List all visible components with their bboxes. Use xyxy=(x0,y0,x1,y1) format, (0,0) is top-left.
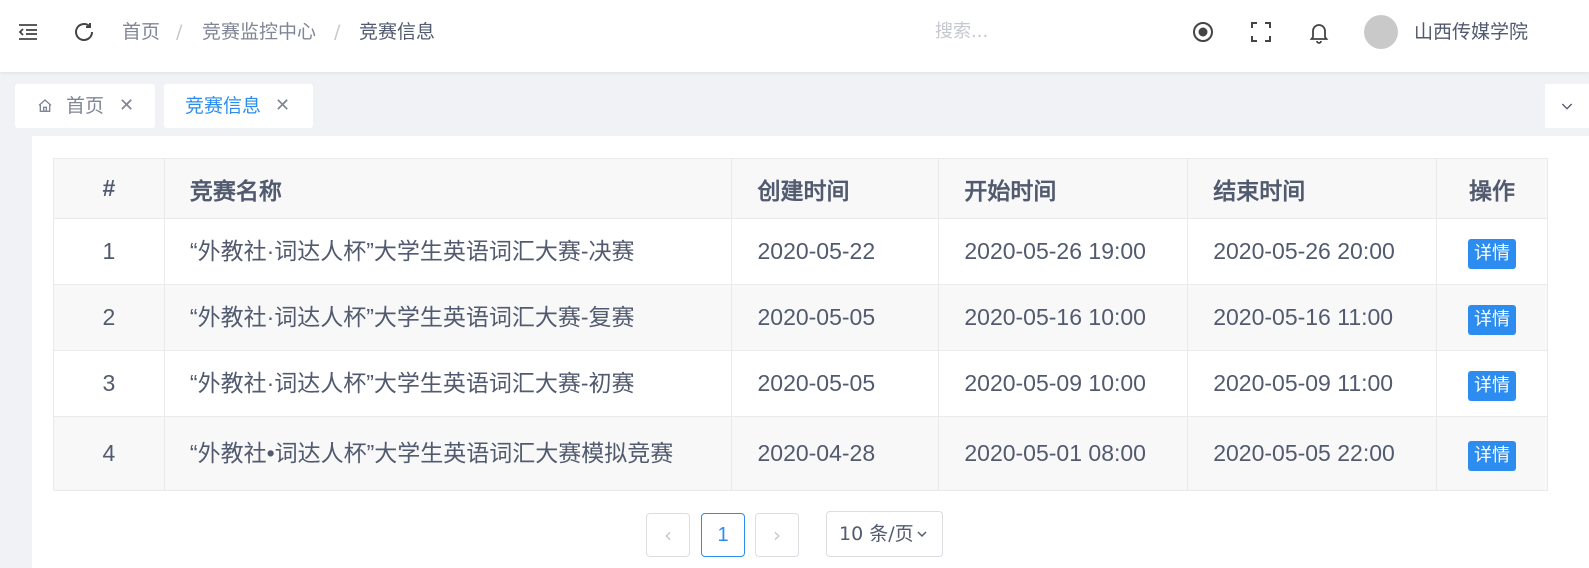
avatar[interactable] xyxy=(1364,15,1398,49)
page-size-select[interactable]: 10 条/页 xyxy=(826,511,943,557)
table-header-row: # 竞赛名称 创建时间 开始时间 结束时间 操作 xyxy=(53,158,1548,219)
table-row: 2 “外教社·词达人杯”大学生英语词汇大赛-复赛 2020-05-05 2020… xyxy=(53,284,1548,351)
column-header-name: 竞赛名称 xyxy=(163,158,733,219)
column-header-end: 结束时间 xyxy=(1187,158,1438,219)
page-size-value: 10 条/页 xyxy=(839,523,914,545)
column-header-created: 创建时间 xyxy=(731,158,940,219)
cell-end: 2020-05-05 22:00 xyxy=(1187,416,1438,491)
tags-view-bar: 首页 ✕ 竞赛信息 ✕ xyxy=(0,84,1589,128)
refresh-icon[interactable] xyxy=(72,20,96,44)
record-icon[interactable] xyxy=(1191,20,1215,44)
user-name[interactable]: 山西传媒学院 xyxy=(1414,18,1528,46)
cell-created: 2020-05-05 xyxy=(731,350,940,417)
cell-name: “外教社·词达人杯”大学生英语词汇大赛-复赛 xyxy=(163,284,733,351)
breadcrumb-separator: / xyxy=(176,21,183,43)
cell-index: 2 xyxy=(53,284,165,351)
bell-icon[interactable] xyxy=(1307,20,1331,44)
cell-start: 2020-05-16 10:00 xyxy=(938,284,1189,351)
tab-home[interactable]: 首页 ✕ xyxy=(15,84,155,128)
chevron-down-icon xyxy=(1561,103,1573,110)
fullscreen-icon[interactable] xyxy=(1249,20,1273,44)
tabs-dropdown-button[interactable] xyxy=(1545,84,1589,128)
competition-table: # 竞赛名称 创建时间 开始时间 结束时间 操作 1 “外教社·词达人杯”大学生… xyxy=(53,158,1548,491)
table-row: 1 “外教社·词达人杯”大学生英语词汇大赛-决赛 2020-05-22 2020… xyxy=(53,218,1548,285)
column-header-action: 操作 xyxy=(1436,158,1548,219)
cell-action: 详情 xyxy=(1436,350,1548,417)
prev-page-button[interactable]: ‹ xyxy=(646,513,690,557)
column-header-start: 开始时间 xyxy=(938,158,1189,219)
cell-action: 详情 xyxy=(1436,284,1548,351)
cell-name: “外教社·词达人杯”大学生英语词汇大赛-初赛 xyxy=(163,350,733,417)
next-page-button[interactable]: › xyxy=(755,513,799,557)
detail-button[interactable]: 详情 xyxy=(1468,370,1517,401)
page-item-current[interactable]: 1 xyxy=(701,513,745,557)
home-icon xyxy=(38,99,52,112)
cell-end: 2020-05-09 11:00 xyxy=(1187,350,1438,417)
cell-name: “外教社·词达人杯”大学生英语词汇大赛-决赛 xyxy=(163,218,733,285)
close-icon[interactable]: ✕ xyxy=(275,84,290,128)
breadcrumb-home[interactable]: 首页 xyxy=(122,18,160,46)
cell-start: 2020-05-01 08:00 xyxy=(938,416,1189,491)
cell-end: 2020-05-26 20:00 xyxy=(1187,218,1438,285)
table-row: 3 “外教社·词达人杯”大学生英语词汇大赛-初赛 2020-05-05 2020… xyxy=(53,350,1548,417)
search-input[interactable]: 搜索... xyxy=(935,18,988,46)
cell-index: 4 xyxy=(53,416,165,491)
tab-label: 竞赛信息 xyxy=(185,95,262,117)
menu-collapse-icon[interactable] xyxy=(16,20,40,44)
chevron-down-icon xyxy=(917,531,927,538)
cell-action: 详情 xyxy=(1436,416,1548,491)
detail-button[interactable]: 详情 xyxy=(1468,304,1517,335)
tab-competition-info[interactable]: 竞赛信息 ✕ xyxy=(164,84,313,128)
cell-created: 2020-04-28 xyxy=(731,416,940,491)
cell-start: 2020-05-09 10:00 xyxy=(938,350,1189,417)
cell-index: 1 xyxy=(53,218,165,285)
cell-start: 2020-05-26 19:00 xyxy=(938,218,1189,285)
breadcrumb-current: 竞赛信息 xyxy=(359,21,436,43)
column-header-index: # xyxy=(53,158,165,219)
cell-name: “外教社•词达人杯”大学生英语词汇大赛模拟竞赛 xyxy=(163,416,733,491)
cell-end: 2020-05-16 11:00 xyxy=(1187,284,1438,351)
table-row: 4 “外教社•词达人杯”大学生英语词汇大赛模拟竞赛 2020-04-28 202… xyxy=(53,416,1548,491)
cell-index: 3 xyxy=(53,350,165,417)
breadcrumb-separator: / xyxy=(334,21,341,43)
top-navbar: 首页 / 竞赛监控中心 / 竞赛信息 搜索... 山西传媒学院 xyxy=(0,0,1589,72)
tab-label: 首页 xyxy=(66,95,105,117)
detail-button[interactable]: 详情 xyxy=(1468,238,1517,269)
close-icon[interactable]: ✕ xyxy=(119,84,134,128)
detail-button[interactable]: 详情 xyxy=(1468,440,1517,471)
breadcrumb-monitor-center[interactable]: 竞赛监控中心 xyxy=(202,18,316,46)
cell-created: 2020-05-05 xyxy=(731,284,940,351)
cell-action: 详情 xyxy=(1436,218,1548,285)
cell-created: 2020-05-22 xyxy=(731,218,940,285)
